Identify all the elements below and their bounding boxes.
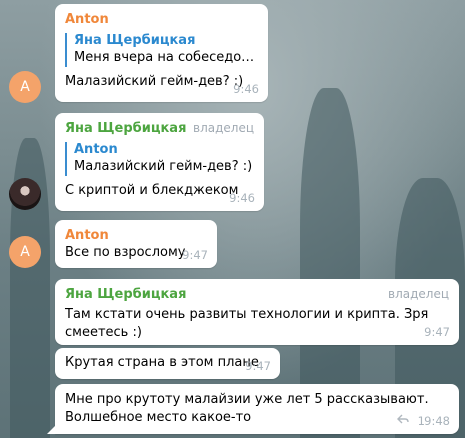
message-time: 9:48	[424, 414, 450, 428]
quote-sender-name: Яна Щербицкая	[74, 33, 196, 48]
message-time: 9:47	[182, 248, 208, 262]
message-bubble[interactable]: Anton Все по взрослому 9:47	[55, 220, 217, 268]
message-bubble[interactable]: Мне про крутоту малайзии уже лет 5 расск…	[55, 384, 459, 434]
sender-name[interactable]: Anton	[65, 12, 258, 28]
avatar-yana[interactable]	[9, 178, 41, 210]
quote-sender-name: Anton	[74, 142, 118, 157]
quote-text: Меня вчера на собеседован...	[74, 50, 258, 65]
owner-badge: владелец	[193, 121, 254, 135]
message-time: 9:46	[229, 191, 255, 205]
avatar-anton[interactable]: A	[9, 236, 41, 268]
message-bubble[interactable]: Яна Щербицкая владелец Anton Малазийский…	[55, 113, 264, 211]
message-text: С криптой и блекджеком	[65, 183, 239, 198]
sender-name[interactable]: Anton	[65, 228, 207, 244]
message-text-line: смеетесь :)	[65, 325, 142, 340]
reply-arrow-icon	[397, 414, 409, 424]
message-text-line: Волшебное место какое-то	[65, 410, 252, 425]
message-bubble[interactable]: Крутая страна в этом плане 9:47	[55, 348, 280, 379]
message-time: 9:46	[233, 82, 259, 96]
reply-icon[interactable]	[397, 413, 409, 428]
message-text-line: Там кстати очень развиты технологии и кр…	[65, 307, 429, 322]
message-text: Крутая страна в этом плане	[65, 355, 259, 370]
message-text-line: Мне про крутоту малайзии уже лет 5 расск…	[65, 392, 429, 407]
quote-text: Малазийский гейм-дев? :)	[74, 159, 253, 174]
message-time: 9:47	[424, 325, 450, 339]
avatar-anton[interactable]: A	[9, 71, 41, 103]
reply-quote[interactable]: Яна Щербицкая Меня вчера на собеседован.…	[65, 33, 258, 67]
message-bubble[interactable]: Anton Яна Щербицкая Меня вчера на собесе…	[55, 4, 268, 102]
message-time: 9:47	[245, 359, 271, 373]
message-text: Малазийский гейм-дев? :)	[65, 74, 244, 89]
reply-quote[interactable]: Anton Малазийский гейм-дев? :)	[65, 142, 254, 176]
owner-badge: владелец	[388, 287, 449, 301]
message-bubble[interactable]: Яна Щербицкая владелец Там кстати очень …	[55, 279, 459, 345]
